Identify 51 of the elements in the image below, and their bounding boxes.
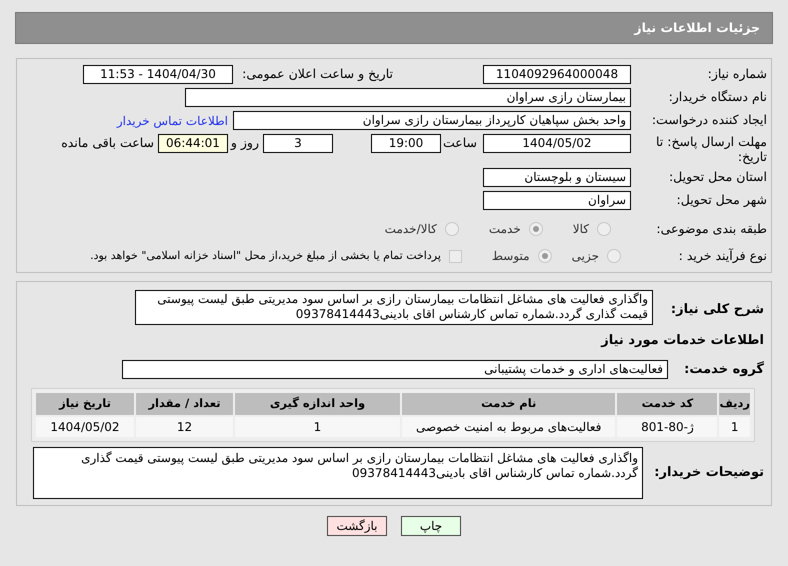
text-field[interactable]: واحد بخش سپاهیان کارپرداز بیمارستان رازی سراوان xyxy=(233,111,631,130)
column-header: نام خدمت xyxy=(402,392,616,414)
table-cell: 1 xyxy=(719,416,750,436)
table-cell: 1 xyxy=(235,416,400,436)
field-label: مهلت ارسال پاسخ: تا تاریخ: xyxy=(655,134,768,164)
field-label: گروه خدمت: xyxy=(683,360,765,379)
field-label: طبقه بندی موضوعی: xyxy=(655,220,768,238)
field-label: استان محل تحویل: xyxy=(668,168,768,186)
table-cell: ژ-80-801 xyxy=(617,416,718,436)
field-label: توضیحات خریدار: xyxy=(653,464,765,482)
column-header: کد خدمت xyxy=(617,392,718,414)
field-label: تاریخ و ساعت اعلان عمومی: xyxy=(241,65,394,84)
text-field[interactable]: 1404/05/02 xyxy=(483,134,631,153)
radio-label: خدمت xyxy=(488,221,521,238)
field-label: ساعت باقی مانده xyxy=(60,134,155,152)
field-label: نام دستگاه خریدار: xyxy=(668,88,768,106)
text-field[interactable]: 3 xyxy=(263,134,333,153)
radio-label: کالا xyxy=(572,221,589,238)
text-field[interactable]: 19:00 xyxy=(371,134,441,153)
text-field[interactable]: بیمارستان رازی سراوان xyxy=(185,88,631,107)
page-header: جزئیات اطلاعات نیاز xyxy=(15,12,773,44)
text-field[interactable]: 1104092964000048 xyxy=(483,65,631,84)
radio-label: جزیی xyxy=(572,248,599,266)
field-label: شرح کلی نیاز: xyxy=(670,300,765,318)
column-header: تاریخ نیاز xyxy=(36,392,134,414)
back-button[interactable]: بازگشت xyxy=(327,516,387,536)
buyer-contact-link[interactable]: اطلاعات تماس خریدار xyxy=(116,112,228,130)
table-cell: 1404/05/02 xyxy=(36,416,134,436)
field-label: نوع فرآیند خرید : xyxy=(678,246,768,265)
field-label: شهر محل تحویل: xyxy=(676,191,768,210)
buyer-notes-field[interactable]: واگذاری فعالیت های مشاغل انتظامات بیمارستان رازی بر اساس سود مدیریتی طبق لیست پیوستی قیمت گذاری گردد.شماره تماس کارشناس اقای بادینی09378414443 xyxy=(33,446,643,498)
radio-label: متوسط xyxy=(492,248,530,266)
field-label: روز و xyxy=(229,134,260,152)
text-field[interactable]: 06:44:01 xyxy=(158,134,228,153)
text-field[interactable]: سیستان و بلوچستان xyxy=(483,168,631,187)
table-cell: 12 xyxy=(136,416,233,436)
need-description-field[interactable]: واگذاری فعالیت های مشاغل انتظامات بیمارستان رازی بر اساس سود مدیریتی طبق لیست پیوستی قیمت گذاری گردد.شماره تماس کارشناس اقای بادینی09378414443 xyxy=(135,290,653,324)
column-header: تعداد / مقدار xyxy=(136,392,233,414)
field-label: ساعت xyxy=(442,134,478,152)
text-field[interactable]: 1404/04/30 - 11:53 xyxy=(83,65,233,84)
checkbox-label: پرداخت تمام یا بخشی از مبلغ خرید،از محل "اسناد خزانه اسلامی" خواهد بود. xyxy=(90,248,441,264)
text-field[interactable]: سراوان xyxy=(483,191,631,210)
field-label: شماره نیاز: xyxy=(706,65,768,84)
text-field[interactable]: فعالیت‌های اداری و خدمات پشتیبانی xyxy=(122,360,668,380)
column-header: واحد اندازه گیری xyxy=(235,392,400,414)
print-button[interactable]: چاپ xyxy=(401,516,461,536)
field-label: ایجاد کننده درخواست: xyxy=(650,111,768,130)
table-cell: فعالیت‌های مربوط به امنیت خصوصی xyxy=(402,416,616,436)
radio-label: کالا/خدمت xyxy=(384,221,437,238)
column-header: ردیف xyxy=(719,392,750,414)
section-title: اطلاعات خدمات مورد نیاز xyxy=(600,332,765,350)
